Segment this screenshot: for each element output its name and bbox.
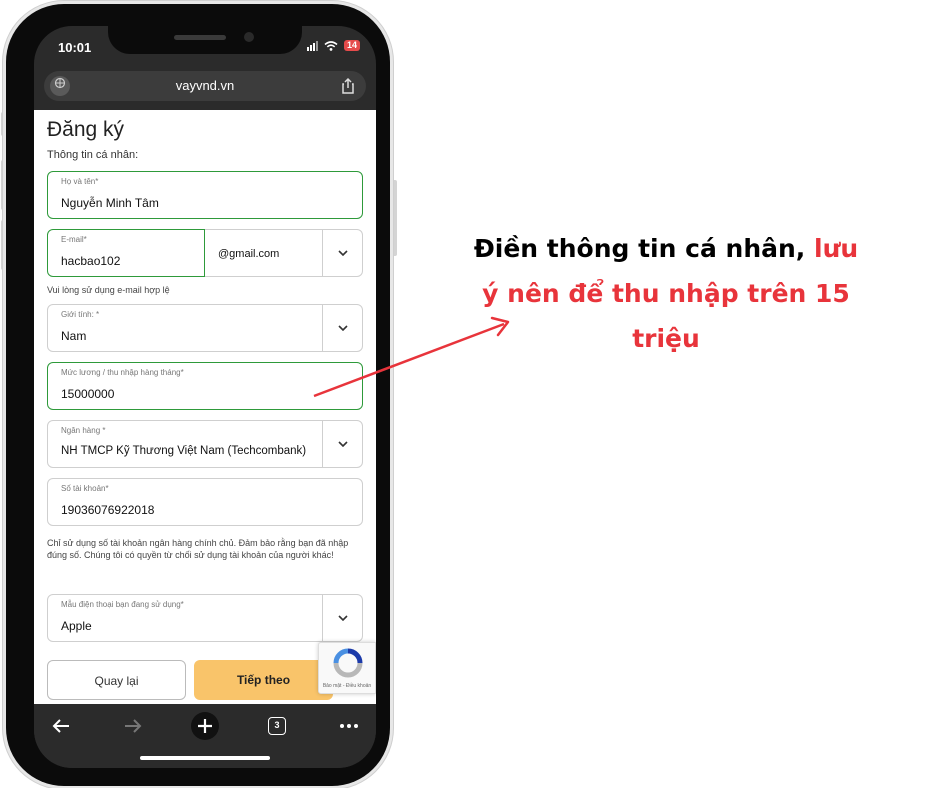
recaptcha-badge[interactable]: Bảo mật - Điều khoản (318, 642, 376, 694)
annotation-black-text: Điền thông tin cá nhân, (473, 234, 806, 263)
email-value: hacbao102 (61, 254, 121, 268)
more-menu-button[interactable] (332, 712, 366, 740)
speaker-grille (174, 35, 226, 40)
gender-dropdown[interactable] (322, 305, 362, 351)
home-indicator (140, 756, 270, 760)
front-camera (244, 32, 254, 42)
phone-screen: 10:01 14 vayvnd.vn Đăng ký Thông tin cá … (34, 26, 376, 768)
account-number-label: Số tài khoản* (61, 484, 109, 493)
new-tab-button[interactable] (188, 712, 222, 740)
bank-value: NH TMCP Kỹ Thương Việt Nam (Techcombank) (61, 445, 307, 457)
forward-nav-button[interactable] (116, 712, 150, 740)
recaptcha-text: Bảo mật - Điều khoản (322, 683, 372, 689)
phone-side-button-right (392, 180, 397, 256)
gender-label: Giới tính: * (61, 310, 100, 319)
wifi-icon (324, 40, 338, 51)
email-domain-select[interactable]: @gmail.com (205, 229, 323, 277)
arrow-right-icon (125, 719, 142, 733)
gender-select[interactable]: Giới tính: * Nam (47, 304, 363, 352)
chevron-down-icon (337, 615, 348, 621)
browser-bottom-nav: 3 (34, 704, 376, 768)
email-field[interactable]: E-mail* hacbao102 (47, 229, 205, 277)
email-label: E-mail* (61, 235, 87, 244)
bank-dropdown[interactable] (322, 421, 362, 467)
account-number-field[interactable]: Số tài khoản* 19036076922018 (47, 478, 363, 526)
annotation-red-text-1: lưu (814, 234, 859, 263)
annotation-text: Điền thông tin cá nhân, lưu ý nên để thu… (426, 226, 906, 361)
chevron-down-icon (337, 250, 348, 256)
email-hint: Vui lòng sử dụng e-mail hợp lệ (47, 285, 170, 295)
full-name-field[interactable]: Họ và tên* Nguyễn Minh Tâm (47, 171, 363, 219)
income-value: 15000000 (61, 387, 115, 401)
back-button[interactable]: Quay lại (47, 660, 186, 700)
plus-icon (191, 712, 219, 740)
recaptcha-icon (333, 648, 363, 678)
annotation-red-text-2: ý nên để thu nhập trên 15 (482, 279, 850, 308)
phone-frame: 10:01 14 vayvnd.vn Đăng ký Thông tin cá … (6, 4, 390, 786)
full-name-label: Họ và tên* (61, 177, 99, 186)
account-hint: Chỉ sử dụng số tài khoản ngân hàng chính… (47, 538, 349, 560)
url-text[interactable]: vayvnd.vn (44, 78, 366, 93)
chevron-down-icon (337, 441, 348, 447)
share-icon[interactable] (338, 76, 358, 96)
chevron-down-icon (337, 325, 348, 331)
bank-select[interactable]: Ngân hàng * NH TMCP Kỹ Thương Việt Nam (… (47, 420, 363, 468)
section-label: Thông tin cá nhân: (47, 149, 139, 161)
income-label: Mức lương / thu nhập hàng tháng* (61, 368, 184, 377)
registration-page: Đăng ký Thông tin cá nhân: Họ và tên* Ng… (34, 110, 376, 704)
phone-model-value: Apple (61, 619, 92, 633)
annotation-red-text-3: triệu (632, 324, 700, 353)
bank-label: Ngân hàng * (61, 426, 106, 435)
gender-value: Nam (61, 329, 87, 343)
phone-model-select[interactable]: Mẫu điện thoại bạn đang sử dụng* Apple (47, 594, 363, 642)
income-field[interactable]: Mức lương / thu nhập hàng tháng* 1500000… (47, 362, 363, 410)
email-group: E-mail* hacbao102 @gmail.com (47, 229, 363, 277)
phone-model-dropdown[interactable] (322, 595, 362, 641)
arrow-left-icon (52, 719, 69, 733)
phone-notch (108, 26, 302, 54)
account-number-value: 19036076922018 (61, 503, 155, 517)
email-domain-value: @gmail.com (218, 248, 280, 260)
battery-indicator: 14 (343, 40, 360, 51)
back-nav-button[interactable] (44, 712, 78, 740)
tabs-button[interactable]: 3 (260, 712, 294, 740)
tabs-count-icon: 3 (268, 717, 286, 735)
status-time: 10:01 (58, 40, 92, 55)
phone-model-label: Mẫu điện thoại bạn đang sử dụng* (61, 600, 184, 609)
annotation-line-1: Điền thông tin cá nhân, lưu (426, 226, 906, 271)
email-domain-dropdown[interactable] (323, 229, 363, 277)
full-name-value: Nguyễn Minh Tâm (61, 196, 159, 210)
page-title: Đăng ký (47, 118, 125, 141)
signal-icon (306, 40, 318, 51)
next-button[interactable]: Tiếp theo (194, 660, 333, 700)
url-bar[interactable]: vayvnd.vn (44, 71, 366, 101)
status-icons: 14 (306, 40, 360, 51)
tabs-count: 3 (274, 720, 280, 730)
more-dots-icon (340, 724, 358, 728)
